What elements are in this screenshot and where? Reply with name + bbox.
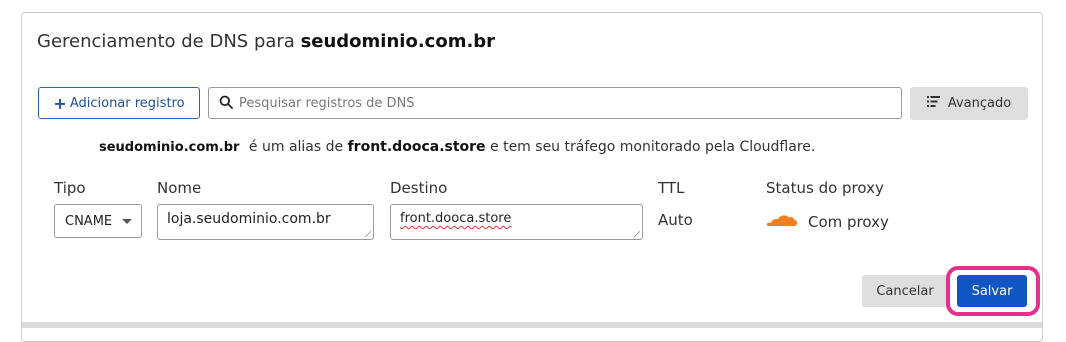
save-button[interactable]: Salvar [957,275,1027,307]
target-label: Destino [390,179,448,197]
title-prefix: Gerenciamento de DNS para [37,31,295,52]
name-value: loja.seudominio.com.br [167,211,331,227]
cloud-icon [766,213,798,231]
proxy-status-label: Status do proxy [766,179,884,197]
resize-handle-icon[interactable] [364,230,371,237]
ttl-value: Auto [658,211,693,229]
name-field[interactable]: loja.seudominio.com.br [157,204,374,240]
title-domain: seudominio.com.br [300,31,496,52]
alias-text-1: é um alias de [248,139,344,155]
record-type-select[interactable]: CNAME [54,204,142,238]
search-input[interactable]: Pesquisar registros de DNS [208,87,902,119]
resize-handle-icon[interactable] [633,230,640,237]
table-header-strip [22,322,1042,328]
alias-target: front.dooca.store [347,139,486,155]
type-label: Tipo [54,179,86,197]
name-label: Nome [157,179,202,197]
advanced-label: Avançado [947,96,1012,111]
search-icon [219,94,233,113]
ttl-label: TTL [658,179,685,197]
cancel-button[interactable]: Cancelar [862,275,948,307]
alias-text-2: e tem seu tráfego monitorado pela Cloudf… [490,139,816,155]
list-filter-icon [926,96,940,111]
advanced-button[interactable]: Avançado [910,87,1028,120]
target-field[interactable]: front.dooca.store [390,204,643,240]
proxy-status-value: Com proxy [808,213,889,231]
add-record-button[interactable]: + Adicionar registro [38,87,200,119]
page-title: Gerenciamento de DNS para seudominio.com… [37,31,495,52]
target-value: front.dooca.store [400,211,512,226]
add-record-label: Adicionar registro [69,95,185,111]
alias-domain: seudominio.com.br [99,140,240,155]
chevron-down-icon [122,219,132,224]
search-placeholder: Pesquisar registros de DNS [239,95,415,111]
plus-icon: + [53,93,67,113]
proxy-status[interactable]: Com proxy [766,213,889,231]
alias-notice: seudominio.com.br é um alias de front.do… [99,139,815,155]
record-type-value: CNAME [65,213,113,229]
